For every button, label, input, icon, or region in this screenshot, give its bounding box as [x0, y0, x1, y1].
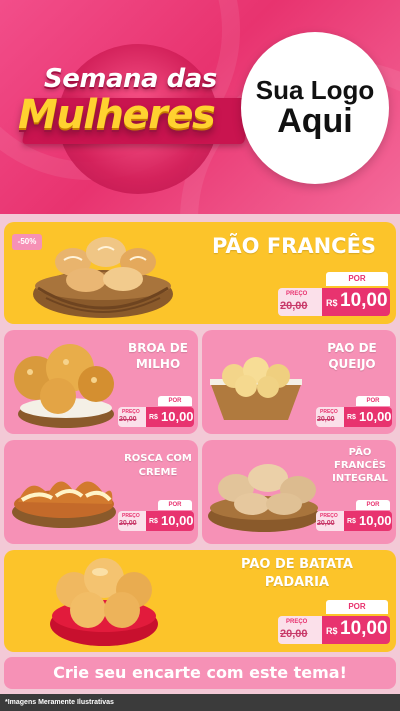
- product-name-line-2: MILHO: [135, 357, 181, 371]
- old-price-box: PREÇO 20,00: [278, 616, 322, 644]
- new-price-box: R$ 10,00: [146, 407, 194, 427]
- product-name: PÃO FRANCÊS: [211, 234, 377, 258]
- product-name: ROSCA COM CREME: [118, 452, 198, 480]
- por-label: POR: [326, 600, 388, 614]
- new-price-box: R$ 10,00: [146, 511, 194, 531]
- product-name-line-1: PAO DE: [327, 341, 377, 355]
- old-price-box: PREÇO 20,00: [316, 511, 344, 531]
- new-price: 10,00: [161, 409, 194, 424]
- currency: R$: [326, 298, 338, 308]
- preco-label: PREÇO: [320, 409, 338, 415]
- discount-badge: -50%: [12, 234, 42, 250]
- old-price: 20,00: [280, 300, 308, 312]
- product-name-line-2: QUEIJO: [328, 357, 376, 371]
- old-price: 20,00: [317, 416, 335, 423]
- disclaimer-footer: *Imagens Meramente Ilustrativas: [0, 694, 400, 711]
- currency: R$: [149, 414, 158, 421]
- old-price-box: PREÇO 20,00: [278, 288, 322, 316]
- preco-label: PREÇO: [122, 513, 140, 519]
- product-name-line-1: PAO DE BATATA: [241, 557, 353, 572]
- logo-text-1: Sua Logo: [255, 74, 375, 105]
- preco-label: PREÇO: [286, 291, 308, 297]
- new-price: 10,00: [359, 513, 392, 528]
- product-card-rosca-com-creme[interactable]: ROSCA COM CREME POR PREÇO 20,00 R$ 10,00: [4, 440, 198, 544]
- rosca-image: [12, 481, 116, 528]
- product-name-line-1: BROA DE: [128, 341, 188, 355]
- product-name-line-2: FRANCÊS: [333, 460, 386, 471]
- por-label: POR: [356, 396, 390, 406]
- pao-integral-image: [208, 464, 320, 532]
- por-label: POR: [326, 272, 388, 286]
- new-price: 10,00: [340, 618, 388, 639]
- cta-button[interactable]: Crie seu encarte com este tema!: [4, 657, 396, 689]
- product-name: PAO DE QUEIJO: [310, 340, 394, 372]
- old-price-box: PREÇO 20,00: [316, 407, 344, 427]
- product-card-pao-frances[interactable]: PÃO FRANCÊS POR PREÇO 20,00 R$ 10,00 KG: [4, 222, 396, 324]
- product-name: PAO DE BATATA PADARIA: [212, 556, 382, 592]
- old-price: 20,00: [119, 520, 137, 527]
- new-price-box: R$ 10,00: [344, 407, 392, 427]
- title-line-2: Mulheres: [18, 92, 216, 138]
- old-price: 20,00: [317, 520, 335, 527]
- preco-label: PREÇO: [122, 409, 140, 415]
- logo-text-2: Aqui: [277, 101, 353, 140]
- new-price-box: R$ 10,00 KG: [322, 616, 390, 644]
- old-price-box: PREÇO 20,00: [118, 407, 146, 427]
- por-label: POR: [158, 500, 192, 510]
- product-name: BROA DE MILHO: [118, 340, 198, 372]
- header-banner: Semana das Mulheres Sua Logo Aqui: [0, 0, 400, 214]
- por-label: POR: [356, 500, 390, 510]
- logo-placeholder: Sua Logo Aqui: [241, 32, 389, 184]
- pao-de-queijo-image: [210, 357, 302, 420]
- new-price: 10,00: [340, 290, 388, 311]
- currency: R$: [347, 414, 356, 421]
- preco-label: PREÇO: [320, 513, 338, 519]
- title-line-1: Semana das: [44, 64, 217, 94]
- old-price: 20,00: [280, 628, 308, 640]
- new-price-box: R$ 10,00 KG: [322, 288, 390, 316]
- product-name: PÃO FRANCÊS INTEGRAL: [324, 446, 396, 485]
- product-name-line-1: ROSCA COM: [124, 453, 192, 464]
- new-price: 10,00: [359, 409, 392, 424]
- new-price-box: R$ 10,00: [344, 511, 392, 531]
- currency: R$: [326, 626, 338, 636]
- broa-image: [14, 344, 114, 428]
- product-name-line-3: INTEGRAL: [332, 473, 388, 484]
- preco-label: PREÇO: [286, 619, 308, 625]
- pao-de-batata-image: [50, 558, 158, 646]
- product-card-broa-de-milho[interactable]: BROA DE MILHO POR PREÇO 20,00 R$ 10,00: [4, 330, 198, 434]
- bread-basket-image: [33, 237, 173, 318]
- product-name-line-2: PADARIA: [264, 575, 330, 590]
- por-label: POR: [158, 396, 192, 406]
- product-name-line-2: CREME: [138, 467, 178, 478]
- product-name-line-1: PÃO: [348, 447, 372, 458]
- product-card-pao-frances-integral[interactable]: PÃO FRANCÊS INTEGRAL POR PREÇO 20,00 R$ …: [202, 440, 396, 544]
- product-card-pao-de-queijo[interactable]: PAO DE QUEIJO POR PREÇO 20,00 R$ 10,00: [202, 330, 396, 434]
- old-price-box: PREÇO 20,00: [118, 511, 146, 531]
- new-price: 10,00: [161, 513, 194, 528]
- old-price: 20,00: [119, 416, 137, 423]
- currency: R$: [347, 518, 356, 525]
- currency: R$: [149, 518, 158, 525]
- product-card-pao-de-batata[interactable]: PAO DE BATATA PADARIA POR PREÇO 20,00 R$…: [4, 550, 396, 652]
